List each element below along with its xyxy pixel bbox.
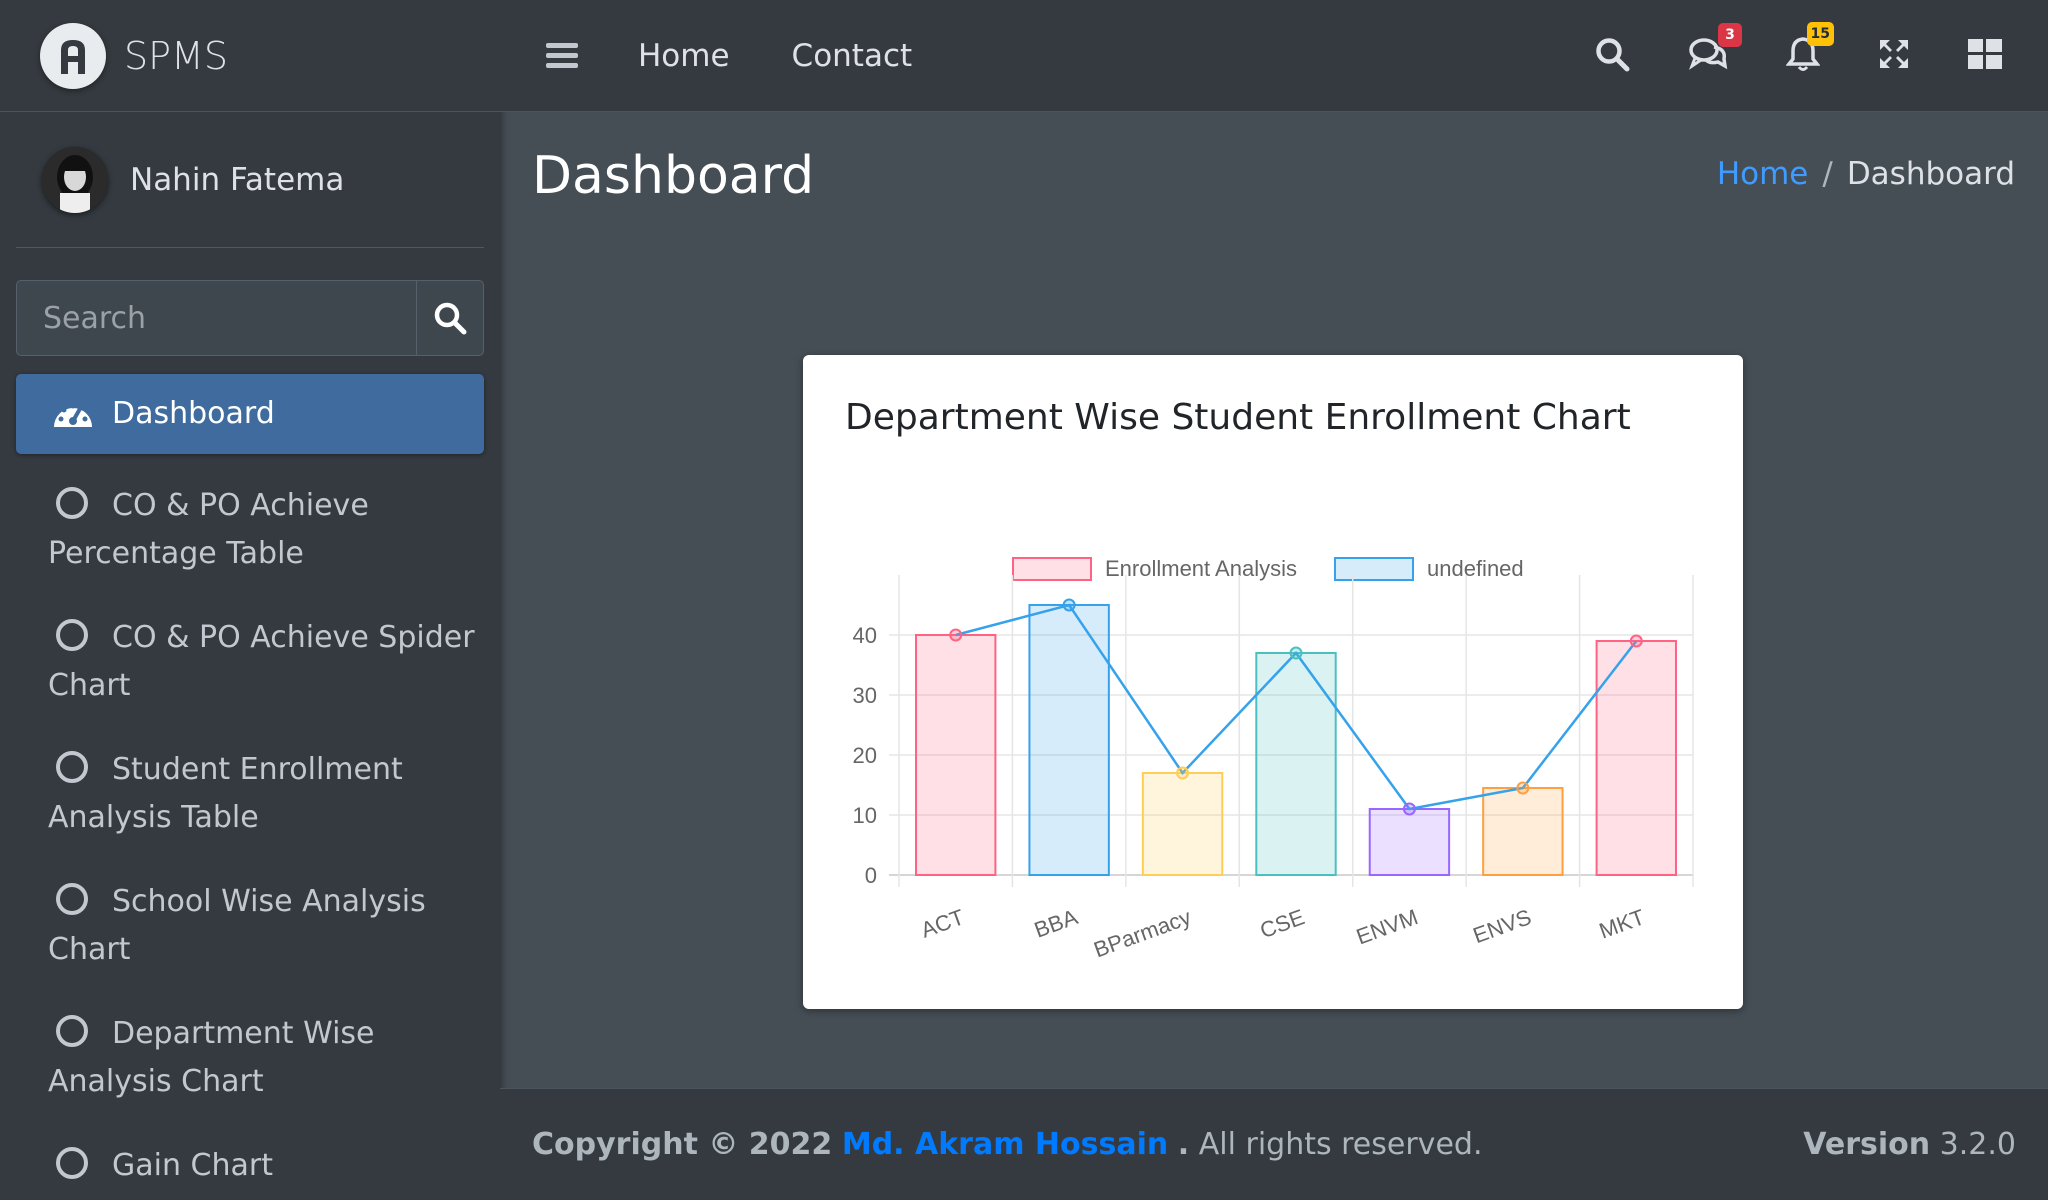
avatar[interactable]	[42, 146, 108, 213]
legend-label: undefined	[1427, 556, 1524, 581]
x-tick-label: CSE	[1257, 904, 1308, 943]
user-panel: Nahin Fatema	[16, 112, 484, 248]
footer-copyright: Copyright © 2022	[532, 1127, 833, 1162]
tachometer-icon	[54, 403, 92, 427]
circle-icon	[56, 619, 88, 651]
top-navbar: Home Contact 3 15	[500, 0, 2048, 112]
circle-icon	[56, 883, 88, 915]
x-tick-label: ENVM	[1353, 904, 1421, 949]
sidebar-nav: Dashboard CO & PO Achieve Percentage Tab…	[16, 374, 484, 1196]
breadcrumb-separator: /	[1822, 156, 1833, 192]
x-tick-label: BParmacy	[1090, 904, 1194, 962]
line-point	[1289, 646, 1303, 660]
search-icon	[434, 302, 467, 335]
sidebar-item-co-po-percentage-table[interactable]: CO & PO Achieve Percentage Table	[16, 476, 484, 584]
brand-link[interactable]: SPMS	[0, 0, 500, 112]
sidebar-item-label-2: Chart	[48, 668, 131, 703]
expand-arrows-icon	[1880, 40, 1908, 68]
sidebar-item-label-2: Analysis Chart	[48, 1064, 264, 1099]
bar	[1255, 652, 1337, 876]
messages-badge: 3	[1718, 23, 1742, 47]
sidebar-item-co-po-spider-chart[interactable]: CO & PO Achieve Spider Chart	[16, 608, 484, 716]
page-title: Dashboard	[532, 146, 815, 206]
nav-link-home[interactable]: Home	[638, 38, 730, 74]
sidebar-item-label: Dashboard	[112, 396, 275, 431]
legend-swatch	[1012, 557, 1092, 581]
fullscreen-button[interactable]	[1878, 38, 1910, 74]
y-tick-label: 10	[853, 803, 877, 828]
menu-toggle-icon[interactable]	[546, 38, 578, 73]
bar	[1368, 808, 1451, 876]
sidebar-item-student-enrollment-table[interactable]: Student Enrollment Analysis Table	[16, 740, 484, 848]
footer-author-link[interactable]: Md. Akram Hossain	[842, 1127, 1168, 1162]
enrollment-chart-card: Department Wise Student Enrollment Chart…	[803, 355, 1743, 1009]
sidebar-item-gain-chart[interactable]: Gain Chart	[16, 1136, 484, 1196]
footer: Copyright © 2022 Md. Akram Hossain . All…	[500, 1088, 2048, 1200]
line-point	[1629, 634, 1643, 648]
y-tick-label: 0	[865, 863, 877, 888]
circle-icon	[56, 487, 88, 519]
y-tick-label: 20	[853, 743, 877, 768]
y-tick-label: 40	[853, 623, 877, 648]
line-point	[949, 628, 963, 642]
navbar-search-button[interactable]	[1594, 36, 1630, 76]
footer-rights: All rights reserved.	[1198, 1127, 1483, 1162]
x-tick-label: ENVS	[1470, 904, 1535, 948]
brand-text: SPMS	[124, 33, 228, 78]
sidebar-item-department-wise-chart[interactable]: Department Wise Analysis Chart	[16, 1004, 484, 1112]
sidebar-item-label: Student Enrollment	[112, 752, 403, 787]
user-name[interactable]: Nahin Fatema	[130, 162, 344, 198]
bar	[1141, 772, 1224, 876]
search-icon	[1596, 38, 1630, 72]
th-large-icon	[1968, 39, 2002, 69]
bar	[915, 634, 997, 876]
breadcrumb-home-link[interactable]: Home	[1717, 156, 1809, 192]
x-tick-label: ACT	[918, 904, 968, 943]
nav-link-contact[interactable]: Contact	[792, 38, 913, 74]
search-input[interactable]	[17, 281, 416, 355]
sidebar-item-label: CO & PO Achieve Spider	[112, 620, 475, 655]
control-sidebar-button[interactable]	[1968, 39, 2002, 73]
sidebar-item-label: School Wise Analysis	[112, 884, 426, 919]
line-point	[1062, 598, 1076, 612]
sidebar-item-label-2: Percentage Table	[48, 536, 304, 571]
line-point	[1402, 802, 1416, 816]
circle-icon	[56, 1147, 88, 1179]
sidebar-item-label: Department Wise	[112, 1016, 375, 1051]
y-tick-label: 30	[853, 683, 877, 708]
bar	[1482, 787, 1564, 876]
sidebar-search	[16, 280, 484, 356]
legend-swatch	[1334, 557, 1414, 581]
messages-dropdown[interactable]: 3	[1688, 23, 1742, 75]
line-point	[1176, 766, 1190, 780]
navbar-right: 3 15	[1594, 0, 2048, 112]
notifications-badge: 15	[1806, 22, 1834, 46]
x-tick-label: BBA	[1031, 904, 1081, 943]
circle-icon	[56, 751, 88, 783]
legend-label: Enrollment Analysis	[1105, 556, 1297, 581]
a-logo-icon	[40, 22, 106, 89]
sidebar-item-label-2: Chart	[48, 932, 131, 967]
notifications-dropdown[interactable]: 15	[1785, 22, 1834, 76]
circle-icon	[56, 1015, 88, 1047]
breadcrumb: Home / Dashboard	[1717, 156, 2015, 192]
sidebar: SPMS Nahin Fatema Search Dashboard CO & …	[0, 0, 500, 1200]
sidebar-item-label: Gain Chart	[112, 1148, 273, 1183]
footer-dot: .	[1177, 1127, 1190, 1162]
sidebar-item-label-2: Analysis Table	[48, 800, 259, 835]
sidebar-item-dashboard[interactable]: Dashboard	[16, 374, 484, 454]
line-point	[1516, 781, 1530, 795]
sidebar-item-label: CO & PO Achieve	[112, 488, 369, 523]
enrollment-chart: Enrollment Analysis undefined 0 10 20 30 40 ACT…	[853, 556, 1694, 962]
footer-version: 3.2.0	[1939, 1127, 2016, 1162]
search-button[interactable]	[416, 281, 483, 355]
breadcrumb-current: Dashboard	[1846, 156, 2015, 192]
sidebar-item-school-wise-chart[interactable]: School Wise Analysis Chart	[16, 872, 484, 980]
x-tick-label: MKT	[1596, 904, 1648, 943]
footer-version-label: Version	[1803, 1127, 1931, 1162]
